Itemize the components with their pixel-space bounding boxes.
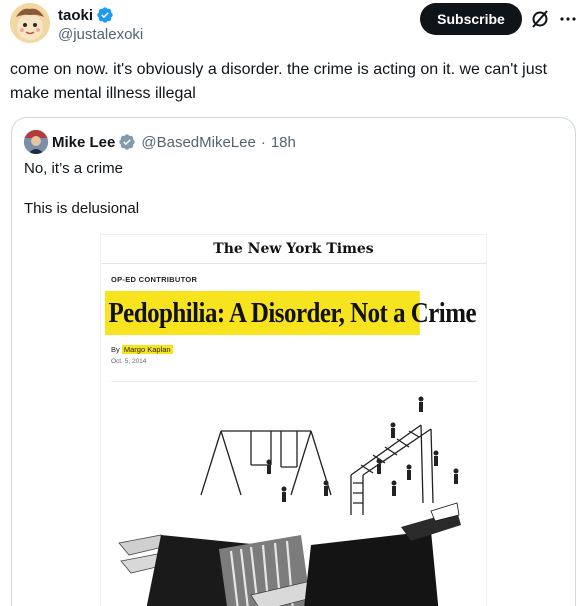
author-avatar[interactable] [10, 3, 50, 43]
article-date: Oct. 5, 2014 [111, 358, 147, 365]
post-header: taoki @justalexoki Subscribe [10, 3, 578, 47]
quoted-author-meta: Mike Lee @BasedMikeLee · 18h [52, 133, 296, 151]
grok-icon[interactable] [530, 9, 550, 29]
author-name[interactable]: taoki [58, 6, 114, 24]
quoted-text-line-2: This is delusional [24, 200, 140, 217]
subscribe-button[interactable]: Subscribe [420, 3, 522, 35]
byline-author: Margo Kaplan [121, 345, 173, 354]
article-illustration [118, 396, 461, 606]
post-text: come on now. it's obviously a disorder. … [10, 61, 548, 102]
author-name-label[interactable]: taoki [58, 7, 93, 24]
quoted-author-handle[interactable]: @BasedMikeLee [141, 134, 255, 151]
article-section: OP-ED CONTRIBUTOR [111, 275, 198, 284]
author-handle[interactable]: @justalexoki [58, 26, 143, 43]
meta-separator: · [260, 133, 266, 151]
quoted-post[interactable]: Mike Lee @BasedMikeLee · 18h No, it’s a … [11, 117, 576, 606]
verified-badge-icon [97, 7, 113, 23]
article-masthead: The New York Times [213, 241, 374, 257]
article-screenshot-image[interactable]: The New York Times OP-ED CONTRIBUTOR Ped… [100, 234, 487, 606]
byline-prefix: By [111, 345, 120, 354]
article-divider [111, 381, 478, 382]
quoted-author-name[interactable]: Mike Lee [52, 134, 115, 151]
article-headline: Pedophilia: A Disorder, Not a Crime [105, 291, 477, 335]
quoted-text-line-1: No, it’s a crime [24, 160, 123, 177]
article-byline: By Margo Kaplan [111, 345, 173, 354]
more-icon[interactable] [558, 9, 578, 29]
verified-badge-icon [119, 134, 136, 150]
quoted-author-avatar[interactable] [24, 130, 48, 154]
masthead-divider [101, 263, 486, 264]
quoted-post-time[interactable]: 18h [271, 134, 296, 151]
